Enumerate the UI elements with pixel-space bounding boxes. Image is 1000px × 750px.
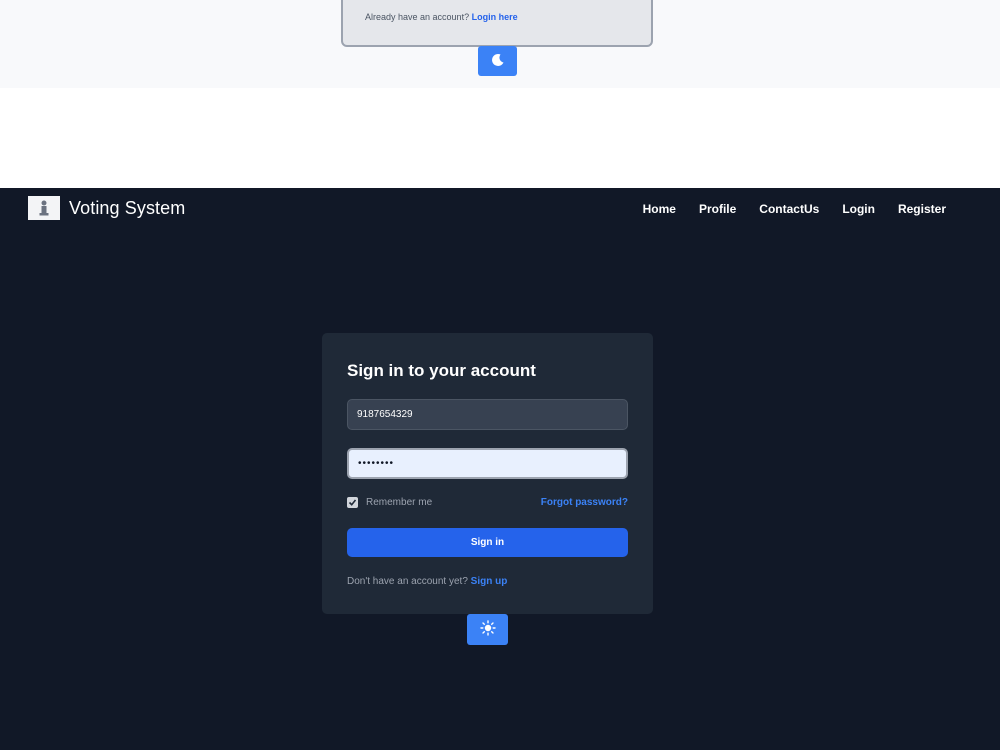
nav-link-profile[interactable]: Profile (699, 202, 736, 216)
theme-toggle-button[interactable] (478, 46, 517, 76)
dark-theme-panel: Voting System Home Profile ContactUs Log… (0, 188, 1000, 750)
signin-button[interactable]: Sign in (347, 528, 628, 557)
phone-input-value: 9187654329 (357, 409, 413, 420)
remember-label: Remember me (366, 497, 433, 508)
nav-link-login[interactable]: Login (842, 202, 875, 216)
signup-link[interactable]: Sign up (471, 576, 508, 587)
brand[interactable]: Voting System (28, 196, 185, 220)
login-here-link[interactable]: Login here (472, 12, 518, 22)
sun-icon (479, 620, 496, 639)
theme-toggle-button-dark[interactable] (467, 614, 508, 645)
nav-link-contactus[interactable]: ContactUs (759, 202, 819, 216)
signin-title: Sign in to your account (347, 361, 536, 380)
remember-me[interactable]: Remember me (347, 497, 432, 508)
moon-icon (491, 53, 505, 70)
light-register-card: Already have an account? Login here (341, 0, 653, 47)
signup-prompt: Don't have an account yet? Sign up (347, 576, 507, 587)
password-input[interactable]: •••••••• (347, 448, 628, 479)
forgot-password-link[interactable]: Forgot password? (541, 497, 628, 508)
login-prompt: Already have an account? Login here (365, 12, 518, 22)
remember-checkbox[interactable] (347, 497, 358, 508)
nav-menu: Home Profile ContactUs Login Register (643, 202, 946, 216)
signin-card: Sign in to your account 9187654329 •••••… (322, 333, 653, 614)
nav-link-register[interactable]: Register (898, 202, 946, 216)
phone-input[interactable]: 9187654329 (347, 399, 628, 430)
brand-name: Voting System (69, 197, 186, 218)
navbar: Voting System Home Profile ContactUs Log… (0, 188, 1000, 232)
password-input-value: •••••••• (358, 458, 395, 469)
emblem-icon (28, 196, 60, 220)
login-prompt-text: Already have an account? (365, 12, 470, 22)
light-theme-panel: Already have an account? Login here (0, 0, 1000, 88)
check-icon (348, 499, 357, 506)
nav-link-home[interactable]: Home (643, 202, 676, 216)
signup-prompt-text: Don't have an account yet? (347, 576, 468, 587)
